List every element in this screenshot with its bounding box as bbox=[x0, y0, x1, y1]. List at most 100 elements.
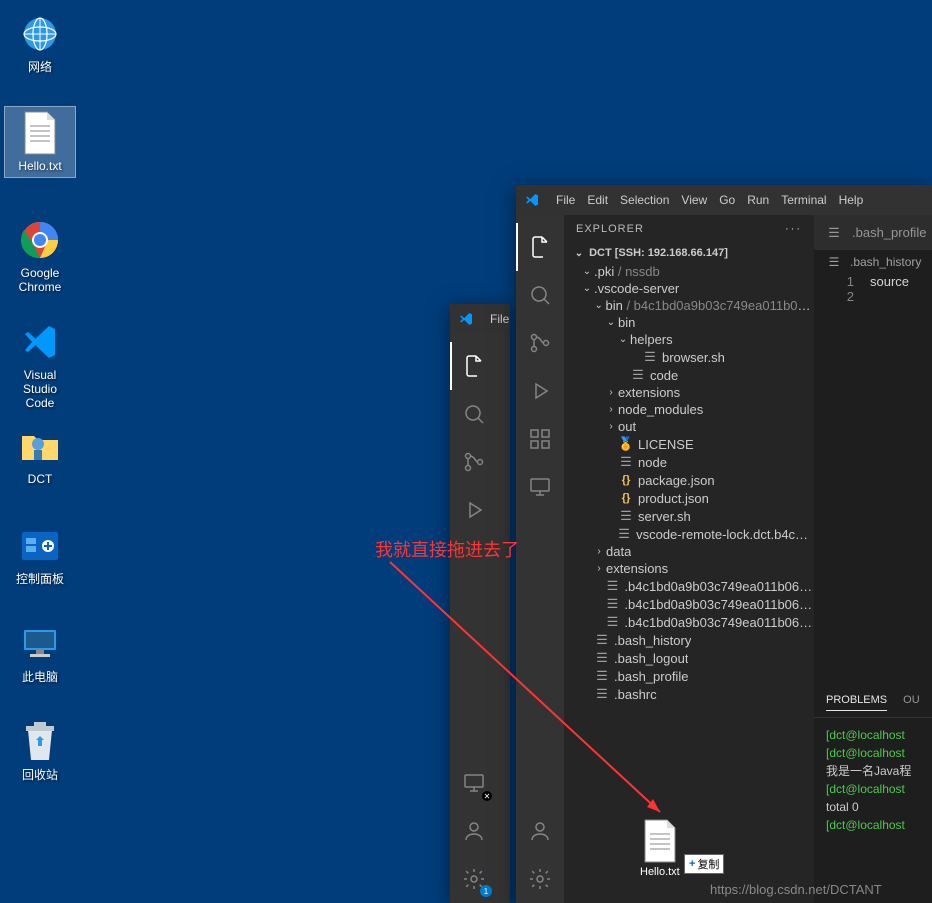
file-node[interactable]: ☰.b4c1bd0a9b03c749ea011b06c6d2... bbox=[564, 577, 814, 595]
desktop-icon-dct[interactable]: DCT bbox=[4, 420, 76, 490]
watermark: https://blog.csdn.net/DCTANT bbox=[710, 882, 882, 897]
node-label: LICENSE bbox=[638, 437, 694, 452]
this-pc-icon bbox=[18, 622, 62, 666]
search-icon[interactable] bbox=[516, 271, 564, 319]
account-icon[interactable] bbox=[516, 807, 564, 855]
node-label: .bashrc bbox=[614, 687, 657, 702]
menu-go[interactable]: Go bbox=[713, 193, 741, 207]
account-icon[interactable] bbox=[450, 807, 498, 855]
file-node[interactable]: ☰ browser.sh bbox=[564, 348, 814, 366]
tab-output[interactable]: OU bbox=[903, 694, 920, 711]
explorer-icon[interactable] bbox=[450, 342, 498, 390]
file-icon: ☰ bbox=[604, 578, 620, 594]
node-label: helpers bbox=[630, 332, 673, 347]
folder-node[interactable]: ›out bbox=[564, 418, 814, 435]
tab-problems[interactable]: PROBLEMS bbox=[826, 694, 887, 711]
source-control-icon[interactable] bbox=[450, 438, 498, 486]
menu-run[interactable]: Run bbox=[741, 193, 775, 207]
desktop-icon-label: 控制面板 bbox=[16, 572, 64, 586]
terminal-output[interactable]: [dct@localhost[dct@localhost我是一名Java程[dc… bbox=[814, 718, 932, 842]
folder-node[interactable]: ⌄bin / b4c1bd0a9b03c749ea011b06c... bbox=[564, 297, 814, 314]
menu-help[interactable]: Help bbox=[833, 193, 870, 207]
node-label: .vscode-server bbox=[594, 281, 679, 296]
file-icon: ☰ bbox=[642, 349, 658, 365]
remote-icon[interactable] bbox=[516, 463, 564, 511]
search-icon[interactable] bbox=[450, 390, 498, 438]
node-label: .bash_profile bbox=[614, 669, 688, 684]
file-node[interactable]: ☰ .bash_profile bbox=[564, 667, 814, 685]
editor-tabs[interactable]: ☰ .bash_profile bbox=[814, 215, 932, 250]
file-node[interactable]: ☰server.sh bbox=[564, 507, 814, 525]
file-node[interactable]: {}product.json bbox=[564, 489, 814, 507]
menu-terminal[interactable]: Terminal bbox=[775, 193, 832, 207]
workspace-root[interactable]: ⌄ DCT [SSH: 192.168.66.147] bbox=[564, 243, 814, 263]
breadcrumb[interactable]: ☰ .bash_history bbox=[814, 250, 932, 274]
folder-node[interactable]: ›node_modules bbox=[564, 401, 814, 418]
folder-node[interactable]: ⌄.vscode-server bbox=[564, 280, 814, 297]
file-node[interactable]: ☰.bash_logout bbox=[564, 649, 814, 667]
file-node[interactable]: 🏅LICENSE bbox=[564, 435, 814, 453]
remote-icon[interactable]: ✕ bbox=[450, 759, 498, 807]
folder-node[interactable]: ⌄helpers bbox=[564, 331, 814, 348]
file-icon: ☰ bbox=[594, 686, 610, 702]
desktop-icon-this-pc[interactable]: 此电脑 bbox=[4, 618, 76, 688]
node-label: .b4c1bd0a9b03c749ea011b06c6d2... bbox=[624, 615, 814, 630]
desktop-icon-label: Visual Studio Code bbox=[8, 368, 72, 410]
file-node[interactable]: ☰ .bashrc bbox=[564, 685, 814, 703]
folder-node[interactable]: ›extensions bbox=[564, 384, 814, 401]
panel-tabs[interactable]: PROBLEMS OU bbox=[814, 688, 932, 718]
annotation-text: 我就直接拖进去了 bbox=[375, 536, 519, 562]
editor-content[interactable]: 1source 2 bbox=[814, 274, 932, 688]
settings-icon[interactable]: 1 bbox=[450, 855, 498, 903]
debug-icon[interactable] bbox=[516, 367, 564, 415]
debug-icon[interactable] bbox=[450, 486, 498, 534]
file-node[interactable]: {}package.json bbox=[564, 471, 814, 489]
drag-file-label: Hello.txt bbox=[640, 866, 680, 878]
node-label: browser.sh bbox=[662, 350, 725, 365]
terminal-line: [dct@localhost bbox=[826, 816, 920, 834]
vscode-titlebar[interactable]: File Edit Selection View Go Run Terminal… bbox=[516, 185, 932, 215]
folder-node[interactable]: ›extensions bbox=[564, 560, 814, 577]
desktop-icon-label: 此电脑 bbox=[22, 670, 58, 684]
node-label: vscode-remote-lock.dct.b4c1bd0a... bbox=[636, 527, 814, 542]
file-icon: ☰ bbox=[826, 225, 842, 241]
desktop-icon-recycle-bin[interactable]: 回收站 bbox=[4, 716, 76, 786]
menu-edit[interactable]: Edit bbox=[581, 193, 614, 207]
file-icon: ☰ bbox=[594, 650, 610, 666]
node-label: .bash_history bbox=[614, 633, 691, 648]
node-label: server.sh bbox=[638, 509, 691, 524]
file-node[interactable]: ☰vscode-remote-lock.dct.b4c1bd0a... bbox=[564, 525, 814, 543]
desktop-icon-network[interactable]: 网络 bbox=[4, 8, 76, 78]
menu-selection[interactable]: Selection bbox=[614, 193, 675, 207]
source-control-icon[interactable] bbox=[516, 319, 564, 367]
explorer-icon[interactable] bbox=[516, 223, 564, 271]
desktop-icon-hello-txt[interactable]: Hello.txt bbox=[4, 106, 76, 178]
folder-node[interactable]: ›data bbox=[564, 543, 814, 560]
file-tree[interactable]: ⌄.pki / nssdb⌄.vscode-server⌄bin / b4c1b… bbox=[564, 263, 814, 903]
vscode-back-titlebar[interactable]: File bbox=[450, 304, 510, 334]
activity-bar bbox=[516, 215, 564, 903]
file-icon: ☰ bbox=[618, 454, 634, 470]
folder-node[interactable]: ⌄.pki / nssdb bbox=[564, 263, 814, 280]
file-node[interactable]: ☰node bbox=[564, 453, 814, 471]
file-icon: ☰ bbox=[604, 614, 620, 630]
folder-node[interactable]: ⌄bin bbox=[564, 314, 814, 331]
tab-bash-profile[interactable]: ☰ .bash_profile bbox=[814, 215, 932, 250]
node-label: code bbox=[650, 368, 678, 383]
desktop-icon-vscode[interactable]: Visual Studio Code bbox=[4, 316, 76, 414]
desktop-icon-chrome[interactable]: Google Chrome bbox=[4, 214, 76, 298]
file-node[interactable]: ☰.b4c1bd0a9b03c749ea011b06c6d2... bbox=[564, 595, 814, 613]
sidebar-more-icon[interactable]: ··· bbox=[785, 223, 802, 235]
desktop-icon-control-panel[interactable]: 控制面板 bbox=[4, 520, 76, 590]
file-icon: ☰ bbox=[594, 668, 610, 684]
menu-file-back[interactable]: File bbox=[484, 312, 515, 326]
settings-icon[interactable] bbox=[516, 855, 564, 903]
file-node[interactable]: ☰.bash_history bbox=[564, 631, 814, 649]
extensions-icon[interactable] bbox=[516, 415, 564, 463]
json-icon: {} bbox=[618, 490, 634, 506]
file-node[interactable]: ☰code bbox=[564, 366, 814, 384]
menu-file[interactable]: File bbox=[550, 193, 581, 207]
menu-view[interactable]: View bbox=[675, 193, 713, 207]
vscode-icon bbox=[18, 320, 62, 364]
file-node[interactable]: ☰ .b4c1bd0a9b03c749ea011b06c6d2... bbox=[564, 613, 814, 631]
